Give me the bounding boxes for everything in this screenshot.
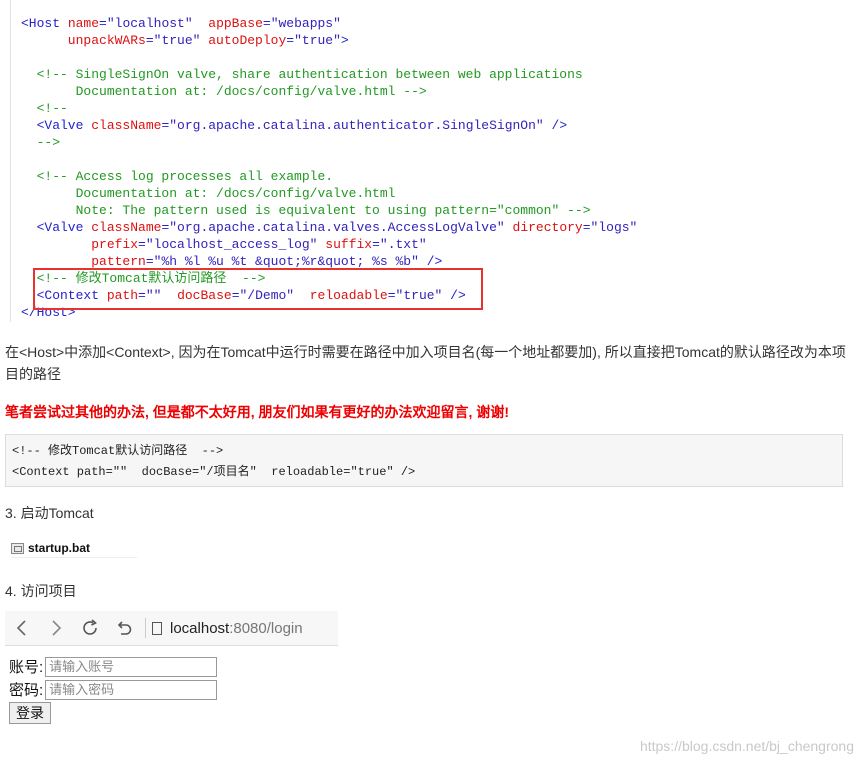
chevron-left-icon [16, 620, 26, 636]
code-screenshot: <Host name="localhost" appBase="webapps"… [0, 0, 862, 322]
code-line: Documentation at: /docs/config/valve.htm… [21, 83, 427, 100]
code-token: Note: The pattern used is equivalent to … [21, 203, 591, 218]
code-line: <!-- [21, 100, 68, 117]
login-button[interactable]: 登录 [9, 702, 51, 724]
code-token: --> [21, 135, 61, 150]
toolbar-separator [145, 618, 146, 638]
code-token: pattern [21, 254, 146, 269]
code-line: <Valve className="org.apache.catalina.au… [21, 117, 568, 134]
reload-button[interactable] [73, 611, 107, 645]
code-token: <Valve [21, 118, 92, 133]
page-icon [152, 621, 162, 635]
address-bar[interactable]: localhost:8080/login [152, 620, 303, 637]
highlight-box [33, 268, 483, 310]
code-token: appBase [192, 16, 263, 31]
code-line: unpackWARs="true" autoDeploy="true"> [21, 32, 349, 49]
batch-file-icon [11, 542, 24, 554]
code-token: <!-- [21, 101, 68, 116]
watermark: https://blog.csdn.net/bj_chengrong [639, 738, 854, 754]
account-row: 账号: [9, 656, 218, 677]
code-line: <Host name="localhost" appBase="webapps" [21, 15, 341, 32]
code-gutter-line [10, 0, 11, 322]
code-line: <!-- Access log processes all example. [21, 168, 333, 185]
code-token: "localhost" [106, 16, 193, 31]
code-token: className [91, 118, 162, 133]
undo-icon [117, 621, 132, 635]
code-token: "localhost_access_log" [145, 237, 318, 252]
code-token: prefix [21, 237, 139, 252]
reload-icon [83, 619, 97, 635]
code-token: = [99, 16, 107, 31]
file-name: startup.bat [28, 541, 91, 555]
code-token: "true" [153, 33, 201, 48]
code-token: "org.apache.catalina.authenticator.Singl… [169, 118, 544, 133]
code-token: Documentation at: /docs/config/valve.htm… [21, 84, 427, 99]
password-label: 密码: [9, 682, 44, 699]
code-token: "true" [294, 33, 341, 48]
code-line: prefix="localhost_access_log" suffix=".t… [21, 236, 427, 253]
account-input[interactable] [45, 656, 218, 677]
step3-heading: 3. 启动Tomcat [5, 505, 94, 521]
chevron-right-icon [52, 620, 62, 636]
code-token: = [262, 16, 271, 31]
undo-button[interactable] [107, 611, 141, 645]
code-line: --> [21, 134, 60, 151]
code-token: unpackWARs [21, 33, 146, 48]
code-token: autoDeploy [200, 33, 287, 48]
code-token: > [340, 33, 349, 48]
code-line: <!-- SingleSignOn valve, share authentic… [21, 66, 583, 83]
code-token: = [138, 237, 146, 252]
code-token: <Valve [21, 220, 92, 235]
code-token: = [372, 237, 380, 252]
code-token: ".txt" [379, 237, 427, 252]
code-token: = [582, 220, 591, 235]
code-token: name [67, 16, 100, 31]
code-token: "%h %l %u %t &quot;%r&quot; %s %b" [153, 254, 419, 269]
author-note: 笔者尝试过其他的办法, 但是都不太好用, 朋友们如果有更好的办法欢迎留言, 谢谢… [5, 404, 509, 420]
url-path: :8080/login [229, 619, 303, 637]
code-token: suffix [317, 237, 373, 252]
code-token: = [286, 33, 295, 48]
code-token: "org.apache.catalina.valves.AccessLogVal… [169, 220, 505, 235]
code-token: "webapps" [270, 16, 341, 31]
code-token: directory [504, 220, 583, 235]
password-input[interactable] [45, 679, 218, 700]
code-line: Note: The pattern used is equivalent to … [21, 202, 591, 219]
url-host: localhost [170, 619, 230, 637]
code-token: = [145, 33, 154, 48]
code-token: /> [543, 118, 568, 133]
code-line: Documentation at: /docs/config/valve.htm… [21, 185, 396, 202]
code-line: <Valve className = "org.apache.catalina.va… [21, 219, 638, 236]
code-token: "logs" [590, 220, 638, 235]
code-token: <!-- Access log processes all example. [21, 169, 334, 184]
password-row: 密码: [9, 679, 218, 700]
code-token: className [91, 220, 162, 235]
browser-toolbar: localhost:8080/login [5, 611, 338, 646]
code-token: <Host [21, 16, 68, 31]
forward-button[interactable] [39, 611, 73, 645]
code-snippet: <!-- 修改Tomcat默认访问路径 --> <Context path=""… [5, 434, 843, 487]
step4-heading: 4. 访问项目 [5, 583, 77, 599]
account-label: 账号: [9, 659, 44, 676]
code-token: /> [418, 254, 443, 269]
back-button[interactable] [5, 611, 39, 645]
code-token: Documentation at: /docs/config/valve.htm… [21, 186, 396, 201]
startup-file[interactable]: startup.bat [11, 539, 137, 558]
explanation-paragraph: 在<Host>中添加<Context>, 因为在Tomcat中运行时需要在路径中… [5, 344, 846, 382]
code-token: <!-- SingleSignOn valve, share authentic… [21, 67, 583, 82]
code-token: = [145, 254, 154, 269]
